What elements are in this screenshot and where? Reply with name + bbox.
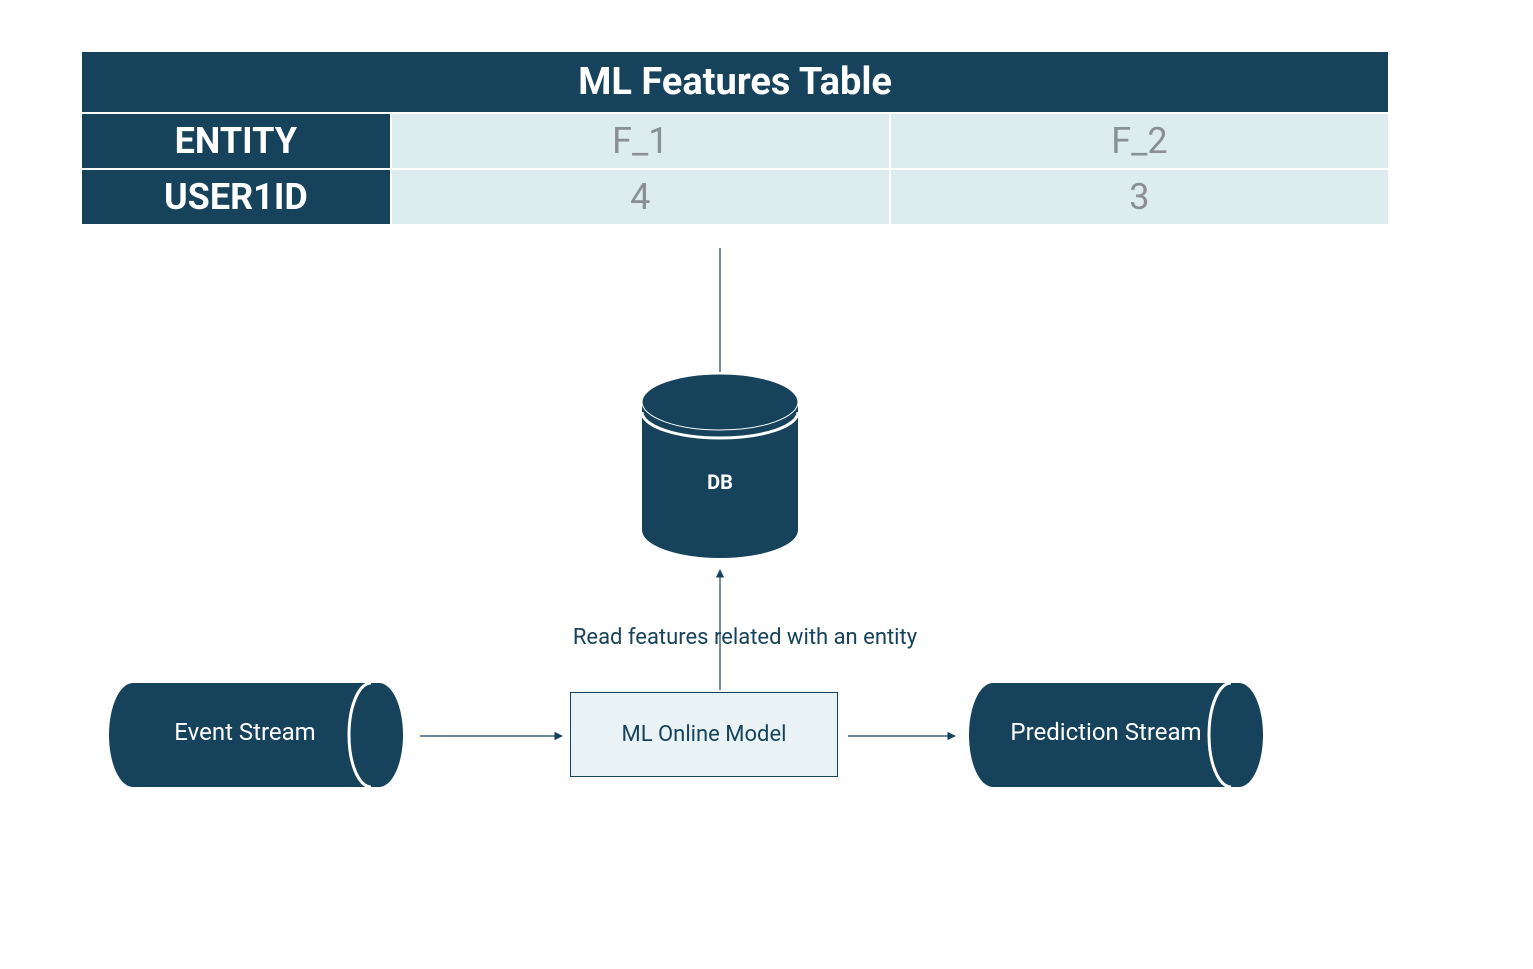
database-icon: DB (630, 370, 810, 560)
ml-online-model-label: ML Online Model (622, 722, 787, 747)
col-entity-header: ENTITY (81, 113, 391, 169)
ml-features-diagram: ML Features Table ENTITY F_1 F_2 USER1ID… (80, 50, 1390, 870)
event-stream-label: Event Stream (105, 718, 405, 746)
ml-online-model-box: ML Online Model (570, 692, 838, 777)
col-f1-header: F_1 (391, 113, 890, 169)
row-entity-id: USER1ID (81, 169, 391, 225)
pipeline-row: Event Stream ML Online Model Prediction … (80, 670, 1390, 820)
prediction-stream-label: Prediction Stream (965, 718, 1265, 746)
features-table: ML Features Table ENTITY F_1 F_2 USER1ID… (80, 50, 1390, 226)
event-stream-icon: Event Stream (105, 678, 405, 793)
prediction-stream-icon: Prediction Stream (965, 678, 1265, 793)
row-f1-value: 4 (391, 169, 890, 225)
database-label: DB (630, 470, 810, 494)
col-f2-header: F_2 (890, 113, 1389, 169)
table-title: ML Features Table (81, 51, 1389, 113)
row-f2-value: 3 (890, 169, 1389, 225)
read-features-label: Read features related with an entity (530, 625, 960, 650)
